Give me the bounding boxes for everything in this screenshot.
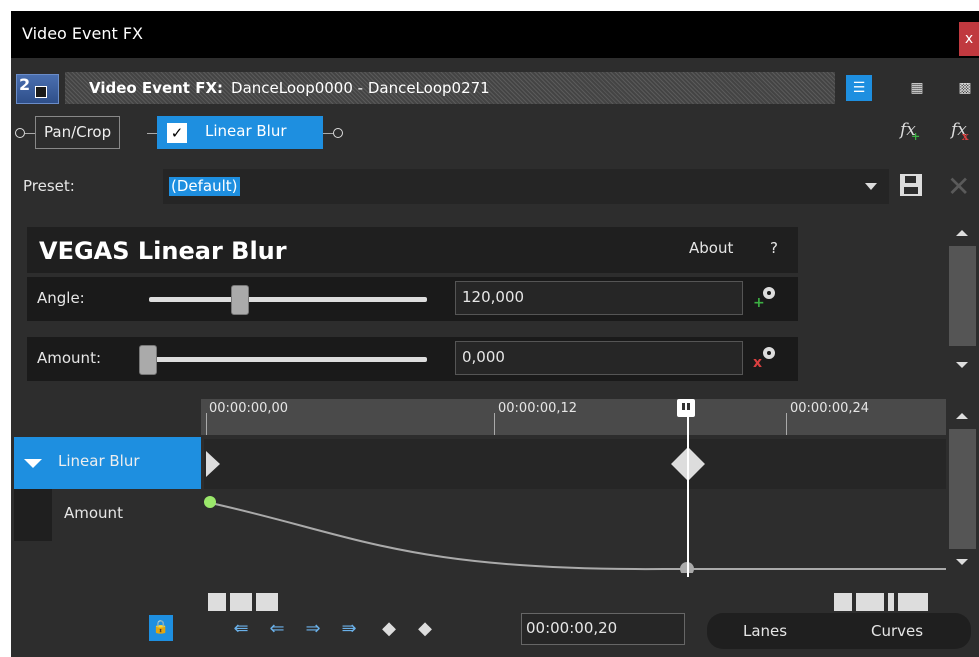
param-row-angle: Angle: 120,000 +: [27, 277, 798, 321]
scroll-down-icon[interactable]: [956, 362, 968, 368]
film-icon: [35, 86, 47, 98]
param-amount-label: Amount:: [37, 349, 101, 367]
start-keyframe-icon[interactable]: [206, 451, 220, 477]
close-button[interactable]: x: [959, 22, 979, 56]
param-angle-label: Angle:: [37, 289, 85, 307]
save-preset-icon[interactable]: [900, 174, 922, 196]
view-mode-toggle: Lanes Curves: [707, 613, 971, 649]
fx-chain-header: 2 Video Event FX: DanceLoop0000 - DanceLo…: [16, 70, 979, 105]
grid-view-icon[interactable]: ▩: [952, 75, 978, 101]
first-keyframe-icon[interactable]: ⇚: [229, 617, 253, 641]
preset-value: (Default): [169, 177, 240, 196]
ruler-tick: [206, 413, 207, 435]
list-view-icon[interactable]: ☰: [846, 75, 872, 101]
ruler-label: 00:00:00,00: [209, 401, 289, 416]
preset-dropdown[interactable]: (Default): [163, 169, 889, 204]
scroll-right-icon[interactable]: [834, 593, 852, 611]
preset-label: Preset:: [23, 177, 75, 195]
bottom-toolbar: 🔒 ⇚ ⇐ ⇒ ⇛ ◆ ◆ 00:00:00,20 Lanes Curves: [11, 611, 979, 657]
amount-value-field[interactable]: 0,000: [455, 341, 743, 375]
timeline-vertical-scrollbar[interactable]: [946, 399, 979, 579]
plugin-pan-crop[interactable]: Pan/Crop: [35, 116, 121, 149]
amount-slider-track[interactable]: [149, 357, 427, 362]
plugin-linear-blur[interactable]: ✓ Linear Blur: [157, 116, 323, 149]
delete-keyframe-icon[interactable]: ◆: [413, 617, 437, 641]
angle-value-field[interactable]: 120,000: [455, 281, 743, 315]
ruler-label: 00:00:00,24: [790, 401, 870, 416]
scroll-thumb[interactable]: [256, 593, 278, 611]
angle-slider-thumb[interactable]: [231, 285, 249, 315]
expand-triangle-icon[interactable]: [24, 459, 42, 468]
curve-lane[interactable]: [204, 489, 946, 573]
preset-row: Preset: (Default) ✕: [11, 169, 979, 205]
plugin-name: VEGAS Linear Blur: [39, 237, 287, 265]
fx-chain-name: DanceLoop0000 - DanceLoop0271: [231, 79, 490, 97]
track-linear-blur[interactable]: Linear Blur: [14, 437, 201, 489]
playhead-handle[interactable]: [677, 399, 695, 417]
video-event-fx-window: Video Event FX x 2 Video Event FX: DanceL…: [11, 11, 979, 657]
delete-preset-icon[interactable]: ✕: [947, 170, 970, 203]
angle-slider-track[interactable]: [149, 297, 427, 302]
lanes-button[interactable]: Lanes: [743, 622, 787, 640]
zoom-separator: [888, 593, 894, 611]
fx-chain-title: Video Event FX: DanceLoop0000 - DanceLoop…: [65, 72, 835, 104]
chain-start-node: [15, 128, 25, 138]
chain-connector: [25, 133, 35, 134]
about-button[interactable]: About: [689, 239, 733, 257]
title-bar: Video Event FX x: [11, 11, 979, 58]
add-keyframe-icon[interactable]: +: [753, 287, 775, 311]
scroll-up-icon[interactable]: [956, 230, 968, 236]
remove-fx-icon[interactable]: fx x: [951, 120, 969, 143]
track-label: Linear Blur: [58, 452, 140, 470]
plugin-chain: Pan/Crop ✓ Linear Blur fx + fx x: [11, 114, 979, 152]
ruler-label: 00:00:00,12: [498, 401, 578, 416]
add-fx-icon[interactable]: fx +: [900, 120, 920, 143]
keyframe-lane[interactable]: [204, 439, 946, 489]
chain-connector: [147, 133, 157, 134]
window-title: Video Event FX: [22, 24, 143, 43]
remove-keyframe-icon[interactable]: x: [753, 347, 775, 371]
ruler-tick: [494, 413, 495, 435]
params-scrollbar[interactable]: [946, 216, 979, 376]
chain-connector: [323, 133, 333, 134]
amount-slider-thumb[interactable]: [139, 345, 157, 375]
scroll-left-icon[interactable]: [208, 593, 226, 611]
help-button[interactable]: ?: [770, 239, 778, 257]
ruler-tick: [786, 413, 787, 435]
plugin-parameters-panel: VEGAS Linear Blur About ? Angle: 120,000…: [27, 227, 798, 384]
amount-curve: [204, 496, 946, 573]
fx-count-number: 2: [19, 75, 31, 94]
scroll-up-icon[interactable]: [956, 413, 968, 419]
track-indent: [14, 489, 52, 541]
plugin-linear-blur-label: Linear Blur: [205, 122, 287, 140]
track-label: Amount: [64, 504, 123, 522]
chain-end-node: [333, 128, 343, 138]
scroll-thumb[interactable]: [949, 246, 976, 346]
scroll-down-icon[interactable]: [956, 559, 968, 565]
current-time-field[interactable]: 00:00:00,20: [521, 613, 685, 645]
zoom-out-icon[interactable]: [898, 593, 928, 611]
next-keyframe-icon[interactable]: ⇒: [301, 617, 325, 641]
scroll-thumb[interactable]: [230, 593, 252, 611]
last-keyframe-icon[interactable]: ⇛: [337, 617, 361, 641]
track-amount[interactable]: Amount: [14, 489, 201, 541]
timeline-ruler[interactable]: 00:00:00,00 00:00:00,12 00:00:00,24: [201, 399, 946, 435]
split-view-icon[interactable]: ▦: [904, 75, 930, 101]
zoom-in-icon[interactable]: [856, 593, 884, 611]
fx-count-badge[interactable]: 2: [16, 74, 59, 104]
playhead-line: [687, 399, 689, 577]
scroll-thumb[interactable]: [949, 429, 976, 549]
keyframe-timeline: 00:00:00,00 00:00:00,12 00:00:00,24 Line…: [11, 399, 946, 611]
plugin-header: VEGAS Linear Blur About ?: [27, 227, 798, 273]
plugin-enable-checkbox[interactable]: ✓: [167, 123, 187, 143]
curves-button[interactable]: Curves: [871, 622, 923, 640]
fx-chain-prefix: Video Event FX:: [89, 79, 224, 97]
prev-keyframe-icon[interactable]: ⇐: [265, 617, 289, 641]
chevron-down-icon: [865, 183, 877, 190]
lock-icon[interactable]: 🔒: [149, 615, 173, 641]
param-row-amount: Amount: 0,000 x: [27, 337, 798, 381]
add-keyframe-icon[interactable]: ◆: [377, 617, 401, 641]
